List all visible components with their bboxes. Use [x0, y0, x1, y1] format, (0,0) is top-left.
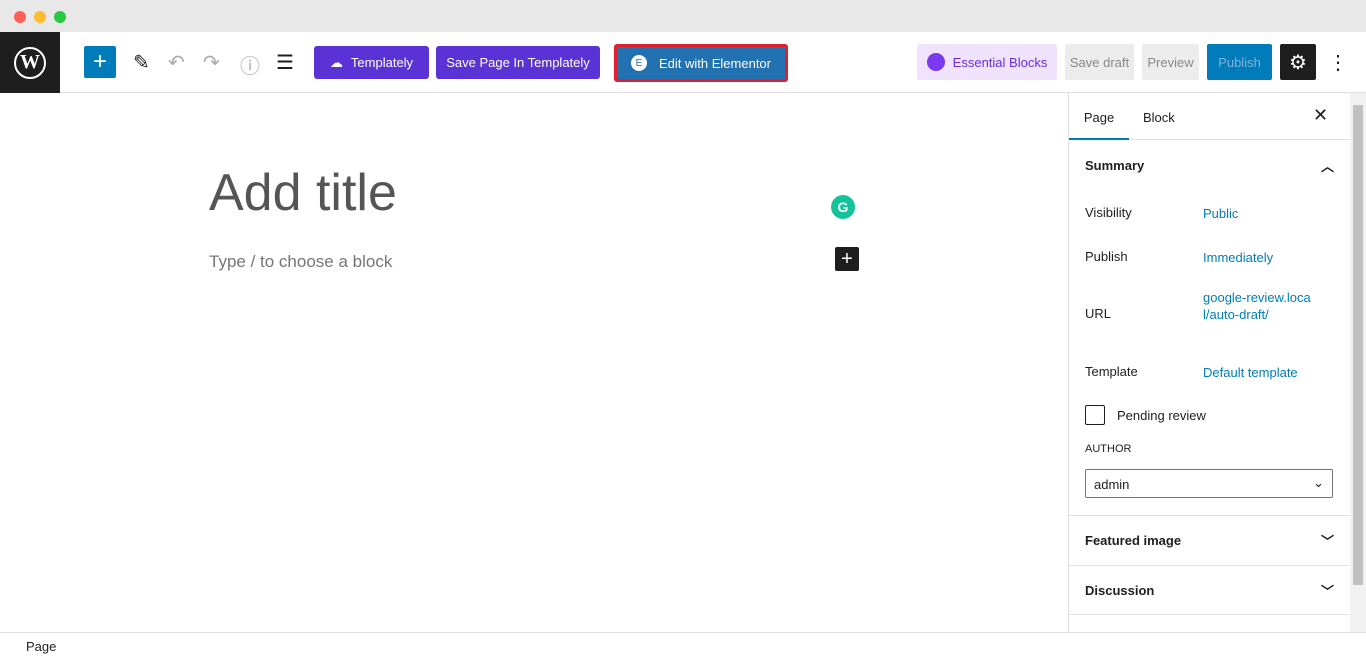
tab-page[interactable]: Page	[1069, 93, 1129, 140]
author-value: admin	[1094, 477, 1130, 492]
window-titlebar	[0, 0, 1366, 32]
edit-with-elementor-button[interactable]: E Edit with Elementor	[614, 44, 788, 82]
pending-review-checkbox[interactable]	[1085, 405, 1105, 425]
elementor-label: Edit with Elementor	[659, 55, 771, 71]
publish-label: Publish	[1085, 249, 1128, 264]
close-sidebar-icon[interactable]: ✕	[1313, 105, 1328, 126]
visibility-link[interactable]: Public	[1203, 205, 1238, 222]
maximize-window-button[interactable]	[54, 11, 66, 23]
essential-blocks-label: Essential Blocks	[952, 54, 1048, 70]
template-label: Template	[1085, 364, 1138, 379]
info-icon[interactable]: ⓘ	[240, 50, 260, 79]
list-view-icon[interactable]: ☰	[276, 50, 294, 75]
save-draft-button[interactable]: Save draft	[1065, 44, 1134, 80]
title-input[interactable]: Add title	[209, 163, 397, 223]
chevron-down-icon: ﹀	[1320, 534, 1334, 549]
undo-icon[interactable]: ↶	[168, 50, 185, 75]
featured-image-heading: Featured image	[1085, 533, 1182, 548]
wordpress-logo[interactable]: W	[0, 32, 60, 93]
summary-panel-toggle[interactable]: Summary ︿	[1069, 140, 1350, 190]
more-options-button[interactable]: ⋮	[1328, 44, 1348, 80]
publish-button[interactable]: Publish	[1207, 44, 1272, 80]
editor-toolbar: W + ✎ ↶ ↷ ⓘ ☰ ☁ Templately Save Page In T…	[0, 32, 1366, 93]
essential-blocks-button[interactable]: Essential Blocks	[917, 44, 1057, 80]
template-link[interactable]: Default template	[1203, 364, 1298, 381]
grammarly-icon[interactable]: G	[831, 195, 855, 219]
sidebar-scrollbar[interactable]	[1350, 93, 1366, 632]
save-in-templately-button[interactable]: Save Page In Templately	[436, 46, 600, 79]
block-placeholder[interactable]: Type / to choose a block	[209, 252, 392, 272]
author-label: AUTHOR	[1085, 443, 1132, 455]
wordpress-icon: W	[14, 46, 46, 79]
discussion-panel-toggle[interactable]: Discussion ﹀	[1069, 565, 1350, 615]
settings-gear-icon[interactable]: ⚙	[1280, 44, 1316, 80]
preview-button[interactable]: Preview	[1142, 44, 1199, 80]
close-window-button[interactable]	[14, 11, 26, 23]
chevron-down-icon: ﹀	[1320, 583, 1334, 599]
author-select[interactable]: admin ⌄	[1085, 469, 1333, 498]
editor-canvas: Add title G Type / to choose a block +	[0, 93, 1068, 632]
minimize-window-button[interactable]	[34, 11, 46, 23]
inline-add-block-icon[interactable]: +	[835, 247, 859, 271]
tab-block[interactable]: Block	[1143, 110, 1175, 125]
url-label: URL	[1085, 306, 1112, 321]
discussion-heading: Discussion	[1085, 582, 1155, 598]
breadcrumb-page[interactable]: Page	[26, 639, 56, 654]
block-breadcrumb: Page	[0, 632, 1366, 657]
pencil-tools-icon[interactable]: ✎	[133, 50, 150, 75]
featured-image-panel-toggle[interactable]: Featured image ﹀	[1069, 515, 1350, 565]
url-link[interactable]: google-review.local/auto-draft/	[1203, 289, 1315, 323]
templately-label: Templately	[350, 55, 414, 70]
essential-blocks-icon	[926, 53, 945, 71]
publish-date-link[interactable]: Immediately	[1203, 249, 1273, 266]
templately-button[interactable]: ☁ Templately	[314, 46, 429, 79]
elementor-icon: E	[631, 55, 647, 71]
settings-sidebar: Page Block ✕ Summary ︿ Visibility Public P…	[1068, 93, 1350, 632]
templately-icon: ☁	[329, 54, 343, 70]
summary-heading: Summary	[1085, 157, 1145, 173]
pending-review-label: Pending review	[1117, 408, 1206, 423]
add-block-button[interactable]: +	[84, 46, 116, 78]
chevron-up-icon: ︿	[1320, 158, 1334, 174]
chevron-down-icon: ⌄	[1313, 475, 1324, 490]
redo-icon[interactable]: ↷	[203, 50, 220, 75]
visibility-label: Visibility	[1085, 205, 1132, 220]
